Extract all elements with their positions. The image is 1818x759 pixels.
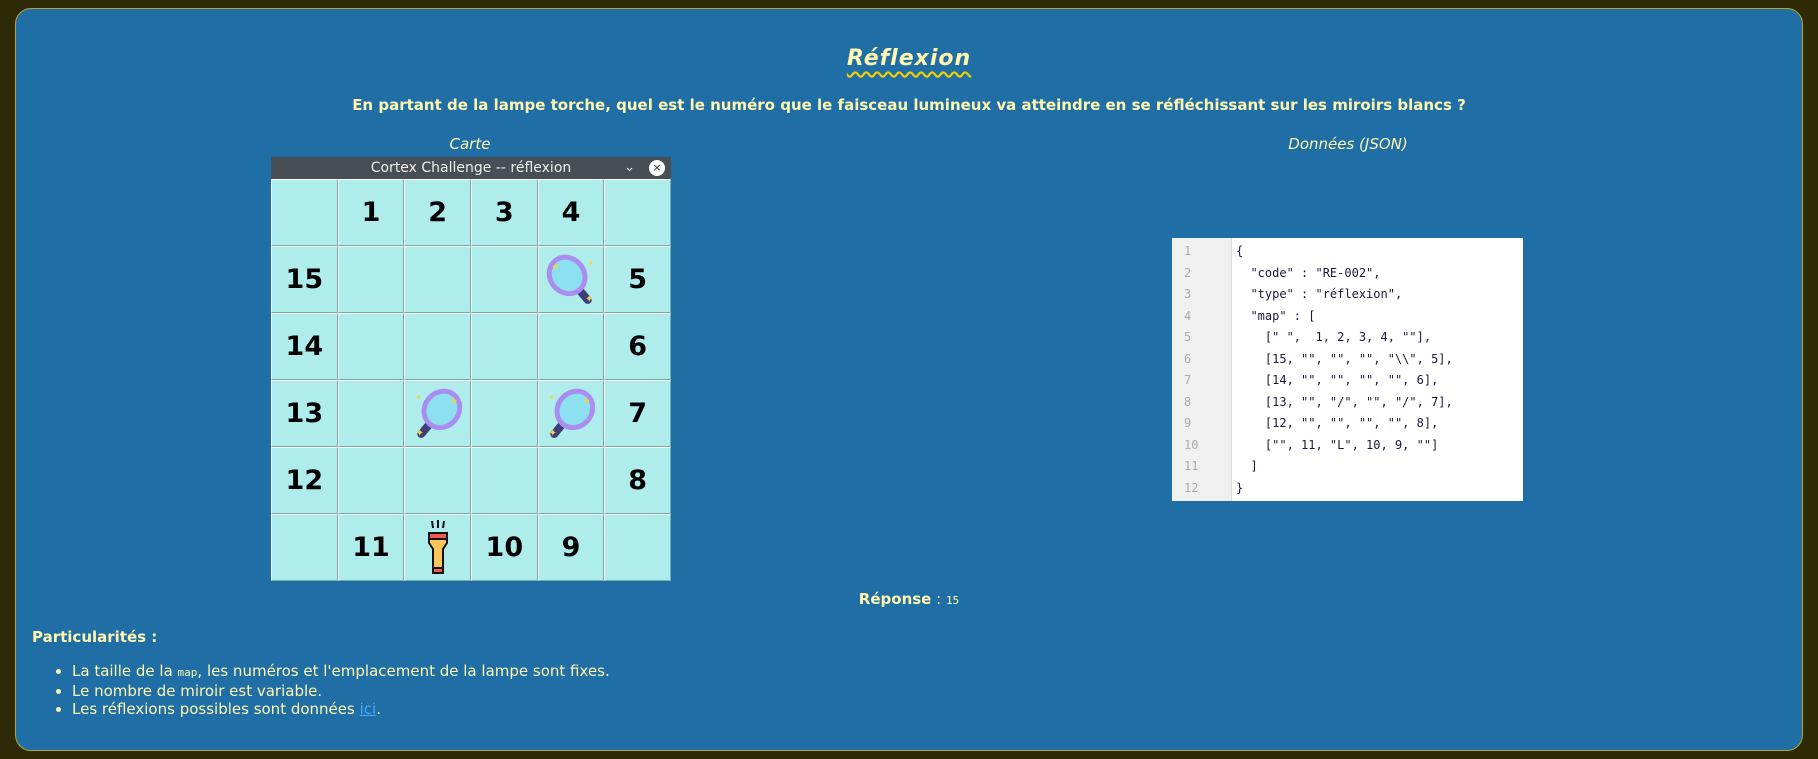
line-number: 6: [1184, 351, 1192, 366]
code-line: [15, "", "", "", "\\", 5],: [1236, 351, 1453, 366]
grid-cell: 14: [271, 313, 338, 380]
grid-cell: [604, 514, 671, 581]
line-number: 8: [1184, 394, 1192, 409]
line-number: 12: [1184, 480, 1199, 495]
grid-cell: [404, 313, 471, 380]
grid-cell: 12: [271, 447, 338, 514]
text: .: [376, 700, 381, 718]
text: Les réflexions possibles sont données: [72, 700, 360, 718]
list-item: La taille de la map, les numéros et l'em…: [72, 662, 610, 682]
code-line: "type" : "réflexion",: [1236, 287, 1403, 301]
grid-cell: [470, 246, 538, 313]
grid-cell: [470, 380, 538, 447]
grid-cell: [404, 447, 471, 514]
code-line: "code" : "RE-002",: [1236, 265, 1381, 280]
svg-text:✦: ✦: [585, 294, 593, 305]
svg-text:✦: ✦: [587, 259, 594, 268]
grid-cell: 2: [404, 179, 471, 246]
grid-cell: 10: [470, 514, 538, 581]
grid-cell: 15: [271, 246, 338, 313]
grid-cell: 7: [604, 380, 671, 447]
svg-text:✦: ✦: [449, 396, 457, 407]
svg-text:✦: ✦: [583, 396, 591, 407]
line-number: 4: [1184, 308, 1192, 323]
grid-cell: [537, 313, 605, 380]
code-line: "map" : [: [1236, 308, 1316, 323]
code-line: {: [1236, 244, 1244, 258]
list-item: Le nombre de miroir est variable.: [72, 682, 610, 700]
close-icon[interactable]: ×: [649, 160, 665, 176]
window-titlebar: Cortex Challenge -- réflexion ⌄ ×: [271, 157, 671, 179]
line-number: 5: [1184, 330, 1192, 344]
mirror-slash-icon: ✦ ✦ ✦: [537, 380, 605, 447]
grid-cell: 5: [604, 246, 671, 313]
svg-text:✦: ✦: [548, 393, 555, 402]
grid-cell: [404, 246, 471, 313]
svg-text:✦: ✦: [415, 428, 423, 439]
grid-cell: 11: [337, 514, 405, 581]
code-line: [13, "", "/", "", "/", 7],: [1236, 394, 1453, 409]
code-line: }: [1236, 480, 1244, 495]
grid-cell: [604, 179, 671, 246]
grid-cell: 6: [604, 313, 671, 380]
mirror-backslash-icon: ✦ ✦ ✦: [537, 246, 605, 313]
text: La taille de la: [72, 662, 178, 680]
answer-label: Réponse: [858, 590, 932, 608]
flashlight-icon: [404, 514, 471, 581]
grid-cell: [337, 380, 405, 447]
rules-list: La taille de la map, les numéros et l'em…: [72, 662, 610, 718]
grid-cell: 8: [604, 447, 671, 514]
grid-cell: 4: [537, 179, 605, 246]
grid-cell: [337, 246, 405, 313]
grid-cell: [271, 179, 338, 246]
json-label: Données (JSON): [1288, 135, 1408, 153]
line-number: 1: [1184, 244, 1192, 258]
grid-cell: [337, 313, 405, 380]
json-editor: 1 {2 "code" : "RE-002", 3 "type" : "réflex…: [1172, 238, 1523, 501]
chevron-down-icon[interactable]: ⌄: [624, 157, 635, 179]
particularites-heading: Particularités :: [32, 628, 158, 646]
grid-cell: [470, 313, 538, 380]
grid-cell: [271, 514, 338, 581]
answer: Réponse : 15: [858, 590, 960, 608]
grid-cell: 1: [337, 179, 405, 246]
window-title: Cortex Challenge -- réflexion: [370, 160, 572, 176]
text: , les numéros et l'emplacement de la lam…: [197, 662, 610, 680]
code-line: ["", 11, "L", 10, 9, ""]: [1236, 437, 1439, 452]
line-number: 3: [1184, 287, 1192, 301]
grid-cell: [337, 447, 405, 514]
reflections-link[interactable]: ici: [360, 700, 377, 718]
question-text: En partant de la lampe torche, quel est …: [352, 96, 1466, 114]
code-line: ]: [1236, 459, 1258, 473]
map-window: Cortex Challenge -- réflexion ⌄ × 1 2 3 4 15…: [271, 157, 671, 581]
grid-cell: 13: [271, 380, 338, 447]
grid-cell: [470, 447, 538, 514]
map-grid: 1 2 3 4 15 ✦ ✦ ✦ 5 14 6 13 ✦ ✦ ✦ ✦ ✦ ✦ 7 12 8 11 10 9: [271, 179, 671, 581]
page-title: Réflexion: [846, 46, 972, 71]
svg-text:✦: ✦: [551, 262, 559, 273]
code: map: [177, 666, 198, 679]
list-item: Les réflexions possibles sont données ic…: [72, 700, 610, 718]
code-line: [14, "", "", "", "", 6],: [1236, 373, 1439, 387]
line-number: 9: [1184, 416, 1192, 430]
code-line: [12, "", "", "", "", 8],: [1236, 416, 1439, 430]
line-number: 7: [1184, 373, 1192, 387]
mirror-slash-icon: ✦ ✦ ✦: [404, 380, 471, 447]
line-number: 10: [1184, 437, 1199, 452]
grid-cell: 3: [470, 179, 538, 246]
grid-cell: [537, 447, 605, 514]
line-gutter: [1172, 238, 1232, 501]
line-number: 11: [1184, 459, 1199, 473]
answer-value: 15: [945, 594, 960, 607]
code-line: [" ", 1, 2, 3, 4, ""],: [1236, 330, 1432, 344]
line-number: 2: [1184, 265, 1192, 280]
svg-text:✦: ✦: [549, 428, 557, 439]
map-label: Carte: [449, 135, 491, 153]
grid-cell: 9: [537, 514, 605, 581]
svg-text:✦: ✦: [415, 393, 422, 402]
